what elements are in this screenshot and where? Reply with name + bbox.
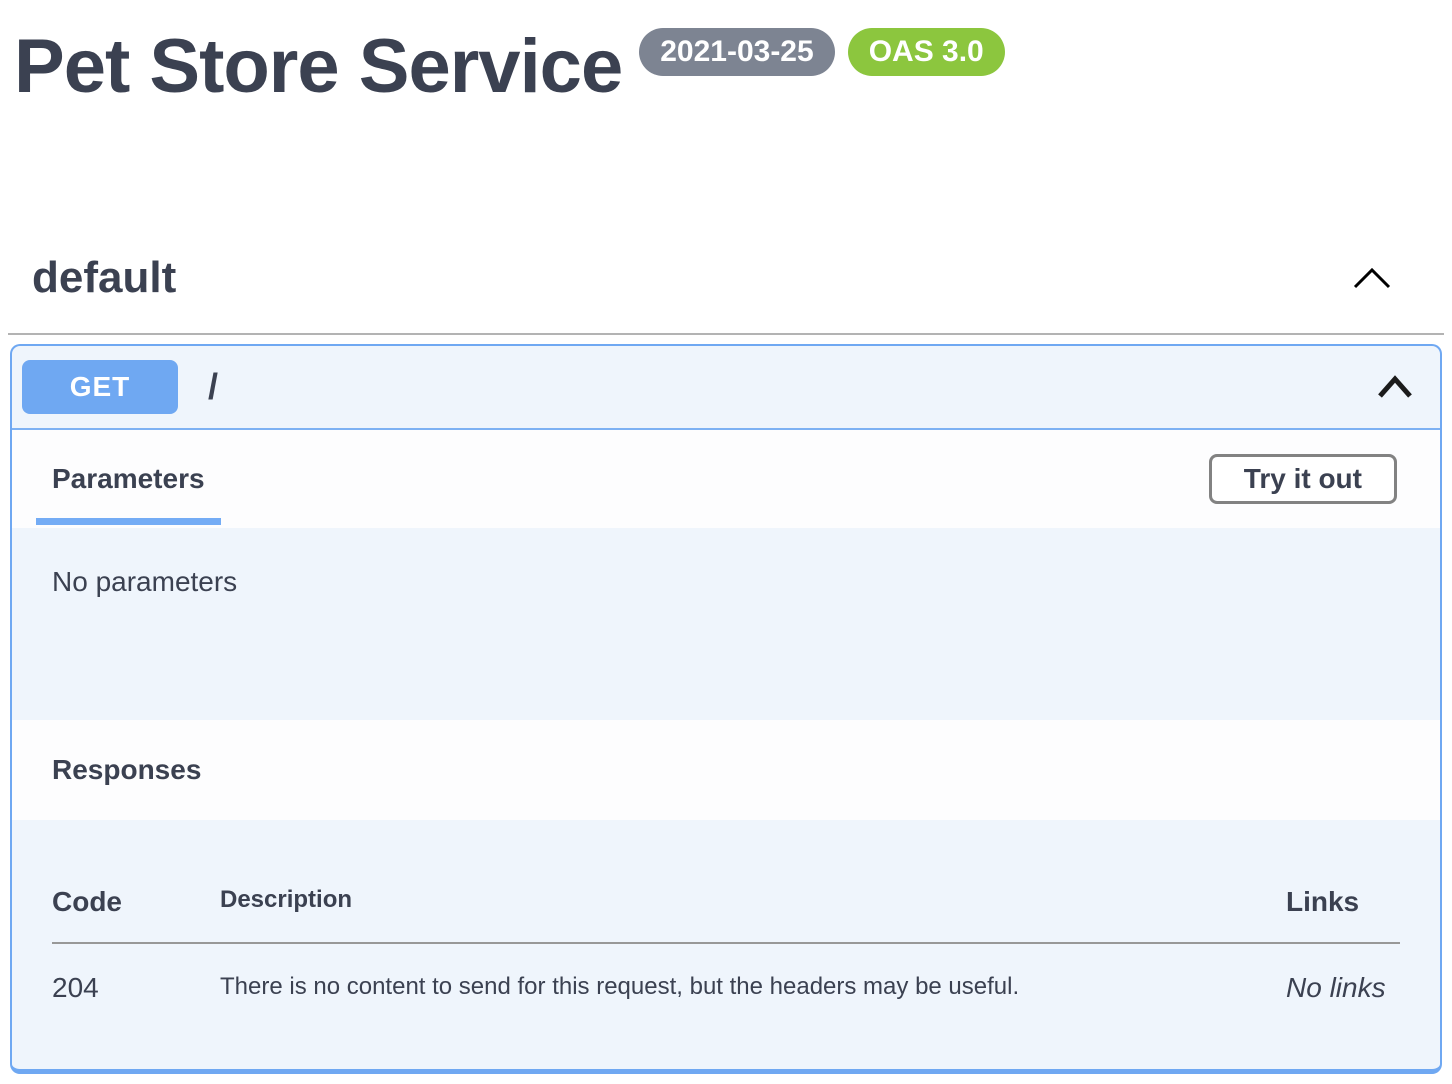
opblock-get-root: GET / Parameters Try it out No parameter… xyxy=(10,344,1442,1074)
tag-divider xyxy=(8,333,1444,335)
chevron-up-icon[interactable] xyxy=(1352,266,1392,290)
responses-title: Responses xyxy=(52,754,201,786)
tag-title: default xyxy=(32,253,176,303)
api-badges: 2021-03-25 OAS 3.0 xyxy=(639,28,1005,76)
response-row-links: No links xyxy=(1286,944,1400,1004)
column-header-description: Description xyxy=(220,820,1286,944)
operation-path: / xyxy=(208,366,218,408)
column-header-code: Code xyxy=(52,820,220,944)
api-header: Pet Store Service 2021-03-25 OAS 3.0 xyxy=(0,0,1452,106)
parameters-body: No parameters xyxy=(12,528,1440,720)
no-parameters-message: No parameters xyxy=(52,566,1400,598)
try-it-out-button[interactable]: Try it out xyxy=(1209,454,1397,504)
column-header-links: Links xyxy=(1286,820,1400,944)
http-method-button[interactable]: GET xyxy=(22,360,178,414)
try-it-out-wrap: Try it out xyxy=(1209,430,1397,528)
responses-body: Code Description Links 204 There is no c… xyxy=(12,820,1440,1069)
response-row-code: 204 xyxy=(52,944,220,1004)
responses-table: Code Description Links 204 There is no c… xyxy=(52,820,1400,1004)
tab-parameters-label: Parameters xyxy=(52,463,205,495)
responses-section-header: Responses xyxy=(12,720,1440,820)
tab-parameters[interactable]: Parameters xyxy=(36,430,221,528)
version-badge: 2021-03-25 xyxy=(639,28,834,76)
chevron-up-icon[interactable] xyxy=(1376,374,1414,400)
parameters-section-header: Parameters Try it out xyxy=(12,430,1440,528)
operation-summary[interactable]: GET / xyxy=(12,346,1440,430)
response-row-description: There is no content to send for this req… xyxy=(220,944,1286,1004)
oas-version-badge: OAS 3.0 xyxy=(848,28,1005,76)
api-title: Pet Store Service xyxy=(14,28,622,106)
tag-section-default[interactable]: default xyxy=(0,254,1452,302)
